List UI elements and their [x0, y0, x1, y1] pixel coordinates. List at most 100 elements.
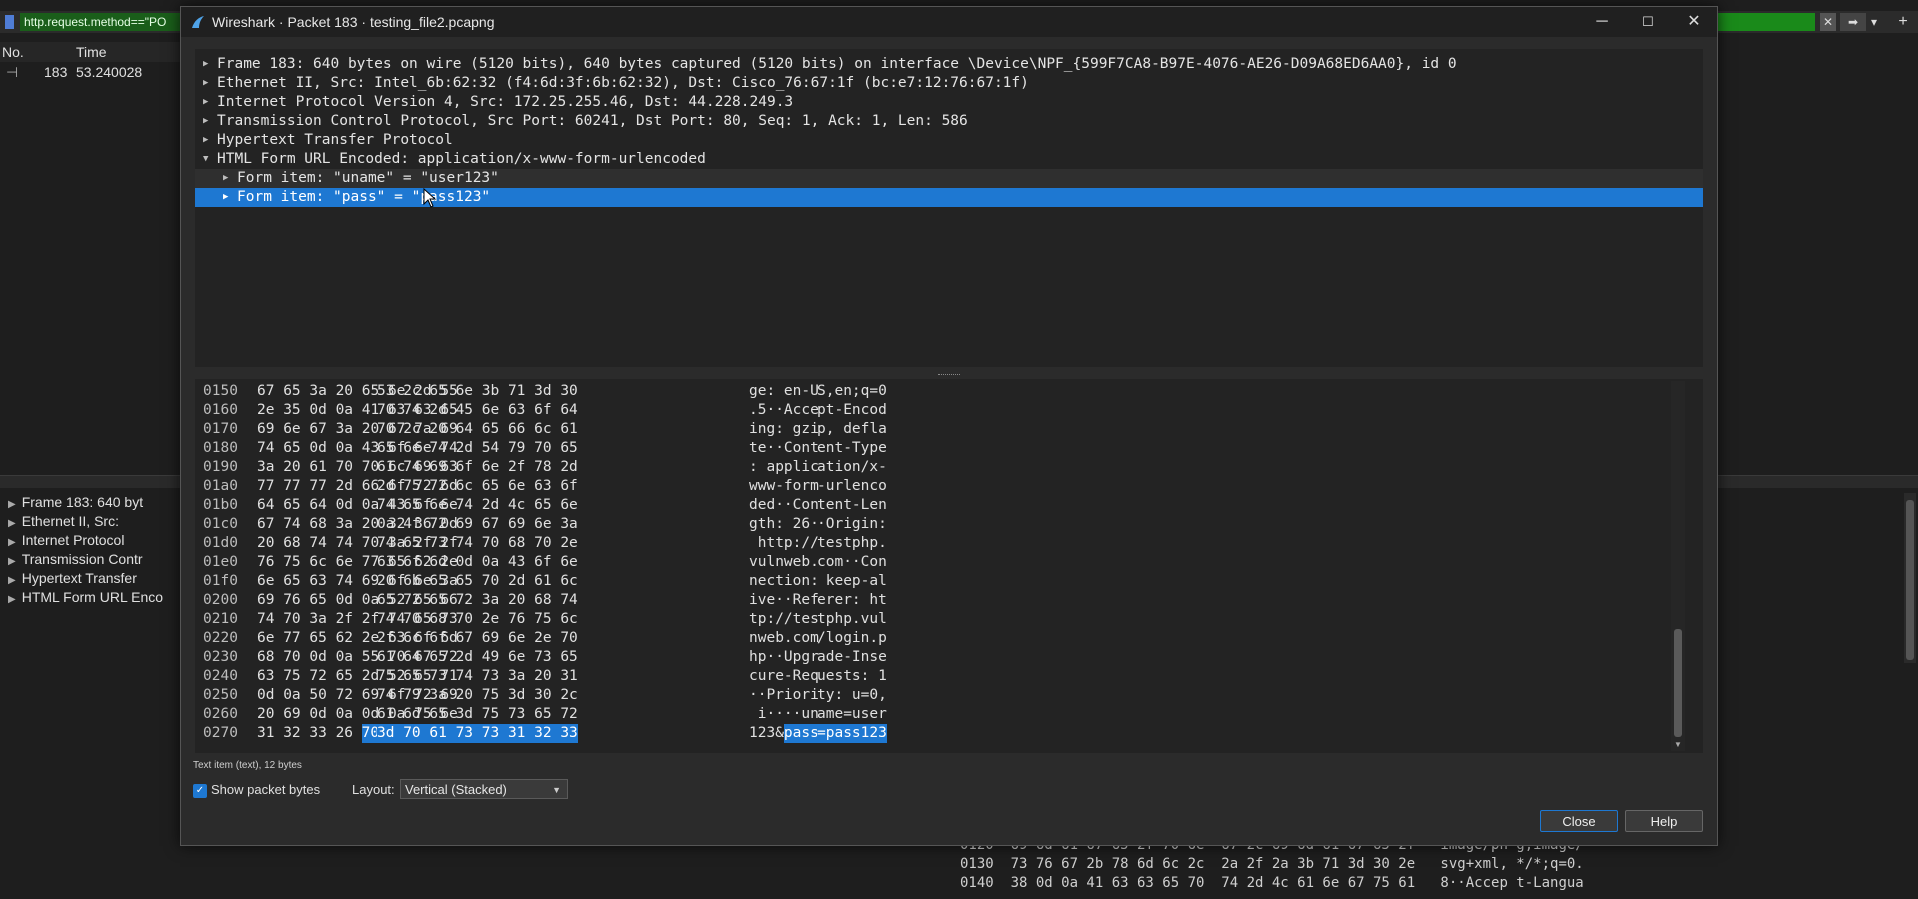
tree-item-ethernet[interactable]: ▶ Ethernet II, Src: Intel_6b:62:32 (f4:6…: [195, 74, 1703, 93]
tree-item-tcp[interactable]: ▶ Transmission Control Protocol, Src Por…: [195, 112, 1703, 131]
hex-bytes-group[interactable]: 61 64 65 2d 49 6e 73 65: [377, 648, 578, 667]
splitter-grip-icon[interactable]: [938, 374, 960, 377]
expand-arrow-icon[interactable]: ▶: [203, 74, 208, 93]
display-filter-input[interactable]: http.request.method=="PO: [20, 13, 184, 31]
ascii-text[interactable]: ty: u=0,: [817, 686, 887, 705]
ascii-text[interactable]: S,en;q=0: [817, 382, 887, 401]
expand-arrow-icon[interactable]: ▶: [203, 55, 208, 74]
hex-bytes-group[interactable]: 31 32 33 26: [257, 724, 353, 743]
expand-arrow-icon[interactable]: ▶: [8, 518, 16, 529]
hex-offset[interactable]: 0190: [203, 458, 238, 477]
expand-arrow-icon[interactable]: ▶: [203, 112, 208, 131]
hex-offset[interactable]: 01c0: [203, 515, 238, 534]
ascii-text[interactable]: gth: 26·: [749, 515, 819, 534]
tree-item[interactable]: ▶ Internet Protocol: [0, 531, 180, 550]
ascii-text[interactable]: cure-Req: [749, 667, 819, 686]
help-button[interactable]: Help: [1625, 810, 1703, 832]
ascii-text[interactable]: ing: gzi: [749, 420, 819, 439]
ascii-text[interactable]: ation/x-: [817, 458, 887, 477]
close-button[interactable]: Close: [1540, 810, 1618, 832]
ascii-text[interactable]: te··Cont: [749, 439, 819, 458]
ascii-text[interactable]: nection:: [749, 572, 819, 591]
expand-arrow-icon[interactable]: ▶: [223, 169, 228, 188]
tree-item[interactable]: ▶ Transmission Contr: [0, 550, 180, 569]
tree-item[interactable]: ▶ Hypertext Transfer: [0, 569, 180, 588]
expand-arrow-icon[interactable]: ▶: [223, 188, 228, 207]
hex-bytes-group[interactable]: 75 65 73 74 73 3a 20 31: [377, 667, 578, 686]
hex-bytes-group[interactable]: 53 2c 65 6e 3b 71 3d 30: [377, 382, 578, 401]
add-filter-button-icon[interactable]: +: [1895, 13, 1911, 31]
show-bytes-checkbox[interactable]: ✓: [193, 784, 207, 798]
ascii-text[interactable]: uests: 1: [817, 667, 887, 686]
hex-bytes-group[interactable]: 74 65 73 74 70 68 70 2e: [377, 534, 578, 553]
ascii-text[interactable]: -urlenco: [817, 477, 887, 496]
ascii-text[interactable]: i····un: [749, 705, 819, 724]
hex-bytes-group[interactable]: 74 65 6e 74 2d 4c 65 6e: [377, 496, 578, 515]
ascii-text[interactable]: ·Origin:: [817, 515, 887, 534]
tree-item-form-pass[interactable]: ▶ Form item: "pass" = "pass123": [195, 188, 1703, 207]
clear-filter-icon[interactable]: ✕: [1820, 13, 1836, 31]
hex-offset[interactable]: 0170: [203, 420, 238, 439]
ascii-text[interactable]: hp··Upgr: [749, 648, 819, 667]
hex-bytes-group[interactable]: 70 74 2d 45 6e 63 6f 64: [377, 401, 578, 420]
ascii-highlight[interactable]: pass: [783, 724, 819, 743]
hex-offset[interactable]: 01d0: [203, 534, 238, 553]
packet-bytes-pane[interactable]: 0150 67 65 3a 20 65 6e 2d 55 53 2c 65 6e 3…: [195, 379, 1703, 753]
hex-offset[interactable]: 0220: [203, 629, 238, 648]
bookmark-icon[interactable]: [5, 15, 14, 29]
hex-bytes-group[interactable]: 65 72 65 72 3a 20 68 74: [377, 591, 578, 610]
scroll-down-icon[interactable]: ▼: [1671, 739, 1685, 751]
ascii-text[interactable]: vulnweb.: [749, 553, 819, 572]
hex-bytes-group[interactable]: 63 6f 6d 0d 0a 43 6f 6e: [377, 553, 578, 572]
ascii-text[interactable]: ge: en-U: [749, 382, 819, 401]
ascii-text[interactable]: nweb.com: [749, 629, 819, 648]
ascii-text[interactable]: www-form: [749, 477, 819, 496]
maximize-icon[interactable]: ☐: [1625, 7, 1671, 37]
ascii-text[interactable]: ent-Type: [817, 439, 887, 458]
ascii-text[interactable]: .5··Acce: [749, 401, 819, 420]
hex-offset[interactable]: 01a0: [203, 477, 238, 496]
ascii-text[interactable]: tent-Len: [817, 496, 887, 515]
ascii-text[interactable]: com··Con: [817, 553, 887, 572]
details-scrollbar-thumb[interactable]: [1906, 500, 1914, 660]
expand-arrow-icon[interactable]: ▶: [8, 575, 16, 586]
tree-item[interactable]: ▶ Ethernet II, Src:: [0, 512, 180, 531]
hex-bytes-group[interactable]: 74 79 3a 20 75 3d 30 2c: [377, 686, 578, 705]
hex-offset[interactable]: 01b0: [203, 496, 238, 515]
filter-dropdown-icon[interactable]: ▾: [1868, 13, 1880, 31]
hex-bytes-group[interactable]: 74 70 68 70 2e 76 75 6c: [377, 610, 578, 629]
close-icon[interactable]: ✕: [1671, 7, 1717, 37]
expand-arrow-icon[interactable]: ▶: [8, 594, 16, 605]
hex-offset[interactable]: 0270: [203, 724, 238, 743]
hex-offset[interactable]: 0240: [203, 667, 238, 686]
display-filter-input-extent[interactable]: [1715, 13, 1815, 31]
hex-bytes-group[interactable]: 2f 6c 6f 67 69 6e 2e 70: [377, 629, 578, 648]
hex-offset[interactable]: 01e0: [203, 553, 238, 572]
ascii-text[interactable]: tphp.vul: [817, 610, 887, 629]
expand-arrow-icon[interactable]: ▶: [8, 499, 16, 510]
hex-bytes-group[interactable]: 61 74 69 6f 6e 2f 78 2d: [377, 458, 578, 477]
tree-item-ipv4[interactable]: ▶ Internet Protocol Version 4, Src: 172.…: [195, 93, 1703, 112]
ascii-text[interactable]: p, defla: [817, 420, 887, 439]
hex-bytes-group[interactable]: 0a 4f 72 69 67 69 6e 3a: [377, 515, 578, 534]
expand-arrow-icon[interactable]: ▶: [203, 93, 208, 112]
expand-arrow-icon[interactable]: ▶: [203, 131, 208, 150]
expand-arrow-icon[interactable]: ▶: [8, 556, 16, 567]
show-bytes-label[interactable]: Show packet bytes: [211, 782, 320, 797]
ascii-text[interactable]: ded··Con: [749, 496, 819, 515]
hex-offset[interactable]: 01f0: [203, 572, 238, 591]
hex-offset[interactable]: 0210: [203, 610, 238, 629]
expand-arrow-icon[interactable]: ▶: [8, 537, 16, 548]
ascii-text[interactable]: ade-Inse: [817, 648, 887, 667]
hex-bytes-group[interactable]: 20 6b 65 65 70 2d 61 6c: [377, 572, 578, 591]
hex-bytes-group[interactable]: 61 6d 65 3d 75 73 65 72: [377, 705, 578, 724]
hex-offset[interactable]: 0200: [203, 591, 238, 610]
hex-offset[interactable]: 0180: [203, 439, 238, 458]
ascii-text[interactable]: /login.p: [817, 629, 887, 648]
tree-item[interactable]: ▶ HTML Form URL Enco: [0, 588, 180, 607]
column-no[interactable]: No.: [2, 44, 24, 60]
hex-bytes-group[interactable]: 2d 75 72 6c 65 6e 63 6f: [377, 477, 578, 496]
ascii-text[interactable]: pt-Encod: [817, 401, 887, 420]
ascii-text[interactable]: http://: [749, 534, 819, 553]
ascii-text[interactable]: : applic: [749, 458, 819, 477]
